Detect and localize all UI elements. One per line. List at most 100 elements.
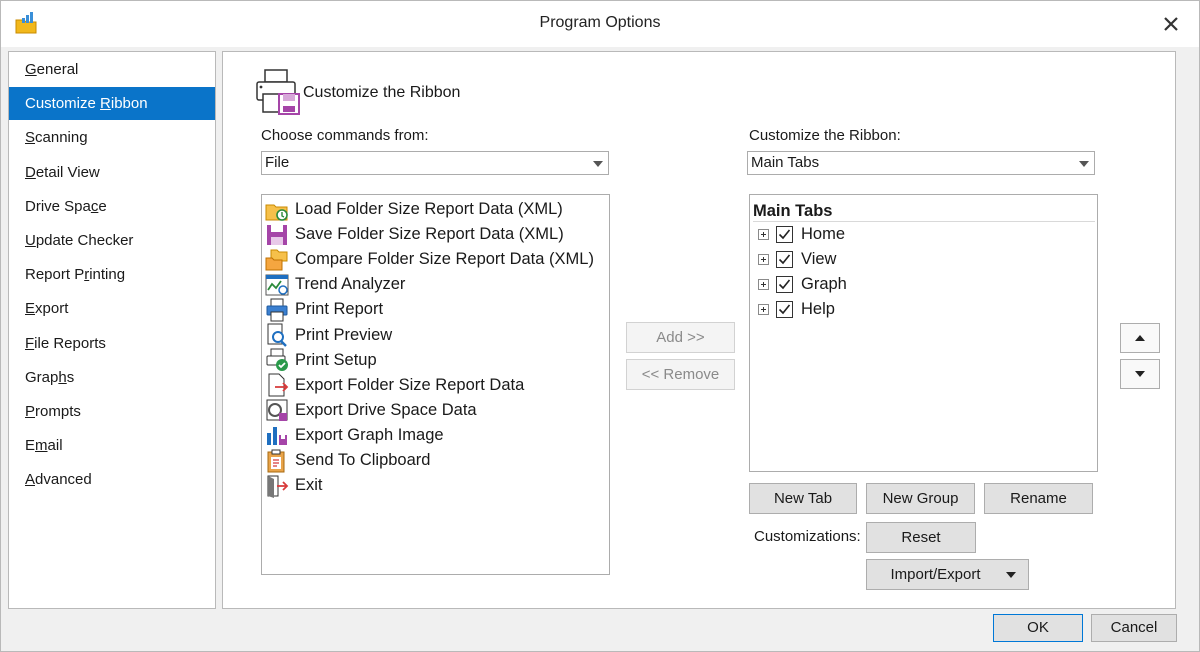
nav-item[interactable]: Customize Ribbon [9,87,215,121]
customizations-label: Customizations: [754,528,861,545]
move-down-button[interactable] [1120,359,1160,389]
expand-plus-icon[interactable] [758,229,769,240]
command-list-item[interactable]: Print Preview [265,323,392,348]
nav-label-part: Drive Spa [25,197,91,215]
ribbon-tree[interactable]: Main Tabs Home View Graph Help [749,194,1098,472]
nav-item[interactable]: Advanced [9,463,215,496]
nav-item[interactable]: Detail View [9,156,215,189]
nav-item[interactable]: Prompts [9,395,215,428]
nav-accelerator-key: S [25,129,36,147]
clipboard-icon [267,449,285,472]
command-list-item[interactable]: Load Folder Size Report Data (XML) [265,197,563,222]
ribbon-tab-node[interactable]: View [758,247,836,272]
nav-accelerator-key: G [25,61,37,78]
expand-plus-icon[interactable] [758,279,769,291]
nav-label-part: ibbon [110,95,148,113]
chevron-down-icon [1006,572,1016,578]
ribbon-tab-label: Home [801,225,846,243]
checkmark-icon [778,229,791,240]
nav-accelerator-key: h [58,368,67,386]
command-list-item[interactable]: Send To Clipboard [265,448,430,473]
nav-item[interactable]: General [9,53,215,86]
expand-plus-icon[interactable] [758,254,769,266]
commands-list[interactable]: Load Folder Size Report Data (XML) Save F… [261,194,610,575]
ribbon-tab-node[interactable]: Graph [758,272,847,297]
rename-button[interactable]: Rename [984,483,1093,514]
cancel-button[interactable]: Cancel [1091,614,1177,642]
tab-visible-checkbox[interactable] [776,276,793,294]
nav-accelerator-key: A [25,471,36,489]
command-list-item[interactable]: Compare Folder Size Report Data (XML) [265,247,594,272]
ribbon-tab-label: Help [801,300,835,319]
ribbon-tabs-dropdown[interactable]: Main Tabs [747,151,1095,175]
ribbon-tab-label: Graph [801,275,847,294]
nav-accelerator-key: R [100,95,111,113]
close-icon [1164,17,1178,31]
command-label: Export Graph Image [295,425,444,444]
move-up-button[interactable] [1120,323,1160,353]
tab-visible-checkbox[interactable] [776,251,793,269]
command-list-item[interactable]: Exit [265,473,323,498]
nav-label-part: Grap [25,368,59,386]
nav-item[interactable]: File Reports [9,327,215,360]
nav-item[interactable]: Email [9,429,215,462]
new-group-button[interactable]: New Group [866,483,975,514]
nav-item[interactable]: Drive Space [9,190,215,223]
title-bar: Program Options [1,1,1199,47]
command-list-item[interactable]: Export Folder Size Report Data [265,373,524,398]
print-setup-icon [266,348,288,372]
nav-label-part: etail View [35,163,100,181]
command-label: Print Preview [295,325,393,344]
nav-item[interactable]: Scanning [9,121,215,154]
checkmark-icon [778,254,791,265]
tab-visible-checkbox[interactable] [776,301,793,319]
command-label: Export Folder Size Report Data [295,375,525,394]
remove-button[interactable]: << Remove [626,359,735,390]
load-folder-icon [265,204,288,221]
compare-folders-icon [265,249,288,271]
nav-label-part: e [98,197,107,215]
command-list-item[interactable]: Print Setup [265,348,377,373]
command-list-item[interactable]: Trend Analyzer [265,272,405,297]
import-export-button[interactable]: Import/Export [866,559,1029,590]
command-label: Send To Clipboard [295,451,431,469]
tab-visible-checkbox[interactable] [776,226,793,243]
ok-button[interactable]: OK [993,614,1083,642]
nav-item[interactable]: Report Printing [9,258,215,291]
reset-button[interactable]: Reset [866,522,976,553]
ribbon-tab-node[interactable]: Home [758,222,845,247]
program-options-dialog: Program Options General Customize Ribbon S… [0,0,1200,652]
commands-source-dropdown[interactable]: File [261,151,609,175]
printer-save-icon [256,69,300,115]
close-button[interactable] [1157,10,1185,38]
triangle-up-icon [1135,335,1145,341]
nav-accelerator-key: m [35,437,48,455]
tree-root-main-tabs[interactable]: Main Tabs [753,200,1095,222]
dialog-title: Program Options [539,14,661,31]
command-list-item[interactable]: Save Folder Size Report Data (XML) [265,222,564,247]
expand-plus-icon[interactable] [758,304,769,316]
trend-analyzer-icon [265,274,289,296]
chevron-down-icon [593,161,603,167]
command-list-item[interactable]: Print Report [265,297,383,322]
command-label: Save Folder Size Report Data (XML) [295,225,564,244]
command-list-item[interactable]: Export Drive Space Data [265,398,477,423]
nav-label-part: Customize [25,95,101,113]
checkmark-icon [778,279,791,290]
nav-item[interactable]: Graphs [9,361,215,394]
command-label: Exit [295,476,323,495]
nav-accelerator-key: P [25,403,36,420]
print-preview-icon [267,323,287,347]
nav-item[interactable]: Update Checker [9,224,215,257]
add-button[interactable]: Add >> [626,322,735,353]
chevron-down-icon [1079,161,1089,167]
new-tab-button[interactable]: New Tab [749,483,857,514]
nav-label-part: pdate Checker [35,232,134,249]
command-label: Print Report [295,300,384,319]
nav-item[interactable]: Export [9,292,215,325]
nav-label-part: eneral [36,61,79,78]
save-disk-icon [267,224,287,245]
ribbon-tab-node[interactable]: Help [758,297,835,322]
command-list-item[interactable]: Export Graph Image [265,423,444,448]
export-data-icon [268,373,289,397]
